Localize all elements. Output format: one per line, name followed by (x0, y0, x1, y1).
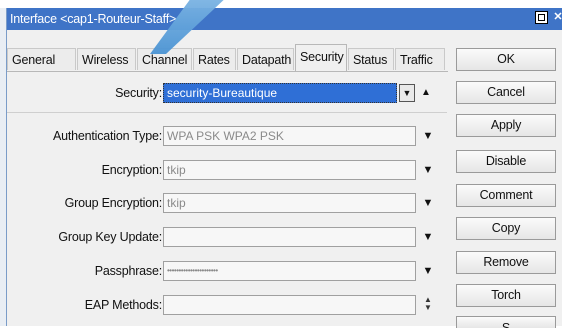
collapse-up-icon[interactable]: ▲ (419, 85, 433, 101)
close-icon[interactable]: ✕ (551, 11, 562, 25)
eap-methods-row: EAP Methods: ▲ ▼ (7, 295, 447, 317)
group-key-update-row: Group Key Update: ▼ (7, 227, 447, 249)
chevron-down-icon[interactable]: ▼ (421, 195, 435, 211)
window-titlebar[interactable]: Interface <cap1-Routeur-Staff> ✕ (7, 8, 562, 30)
tab-security[interactable]: Security (295, 44, 347, 72)
security-form: Security: security-Bureautique ▼ ▲ Authe… (7, 78, 447, 326)
cancel-button[interactable]: Cancel (456, 81, 556, 104)
group-encryption-row: Group Encryption: tkip ▼ (7, 193, 447, 215)
maximize-icon[interactable] (535, 11, 548, 24)
group-encryption-label: Group Encryption: (64, 196, 163, 210)
tab-status[interactable]: Status (348, 48, 394, 70)
chevron-down-icon[interactable]: ▼ (421, 128, 435, 144)
chevron-down-icon[interactable]: ▼ (421, 162, 435, 178)
window-title: Interface <cap1-Routeur-Staff> (10, 12, 177, 26)
interface-window: Interface <cap1-Routeur-Staff> ✕ General… (6, 8, 562, 328)
group-encryption-field[interactable]: tkip (163, 193, 416, 213)
encryption-row: Encryption: tkip ▼ (7, 160, 447, 182)
passphrase-row: Passphrase: •••••••••••••••••••••• ▼ (7, 261, 447, 283)
auth-type-label: Authentication Type: (52, 129, 162, 143)
passphrase-label: Passphrase: (94, 264, 162, 278)
security-select[interactable]: security-Bureautique (163, 83, 397, 103)
group-key-update-label: Group Key Update: (58, 230, 162, 244)
group-key-update-field[interactable] (163, 227, 416, 247)
copy-button[interactable]: Copy (456, 217, 556, 240)
chevron-down-icon[interactable]: ▼ (421, 263, 435, 279)
eap-methods-field[interactable] (163, 295, 416, 315)
tab-datapath[interactable]: Datapath (237, 48, 294, 70)
tab-bar: General Wireless Channel Rates Datapath … (7, 44, 447, 72)
desktop-top-strip (0, 0, 562, 8)
passphrase-field[interactable]: •••••••••••••••••••••• (163, 261, 416, 281)
disable-button[interactable]: Disable (456, 150, 556, 173)
auth-type-field[interactable]: WPA PSK WPA2 PSK (163, 126, 416, 146)
spinner-icon[interactable]: ▲ ▼ (421, 296, 435, 314)
apply-button[interactable]: Apply (456, 114, 556, 137)
tab-rates[interactable]: Rates (193, 48, 236, 70)
tab-general[interactable]: General (7, 48, 76, 70)
encryption-label: Encryption: (101, 163, 163, 177)
torch-button[interactable]: Torch (456, 284, 556, 307)
tab-traffic[interactable]: Traffic (395, 48, 445, 70)
security-label: Security: (115, 86, 162, 100)
tab-panel-border (7, 71, 448, 72)
chevron-down-icon[interactable]: ▼ (421, 229, 435, 245)
dropdown-icon[interactable]: ▼ (399, 84, 415, 102)
eap-methods-label: EAP Methods: (84, 298, 162, 312)
security-row: Security: security-Bureautique ▼ ▲ (7, 83, 447, 105)
auth-type-row: Authentication Type: WPA PSK WPA2 PSK ▼ (7, 126, 447, 148)
comment-button[interactable]: Comment (456, 184, 556, 207)
section-divider (7, 112, 447, 113)
remove-button[interactable]: Remove (456, 251, 556, 274)
next-button-partial[interactable]: S (456, 316, 556, 328)
tab-wireless[interactable]: Wireless (77, 48, 136, 70)
encryption-field[interactable]: tkip (163, 160, 416, 180)
ok-button[interactable]: OK (456, 48, 556, 71)
